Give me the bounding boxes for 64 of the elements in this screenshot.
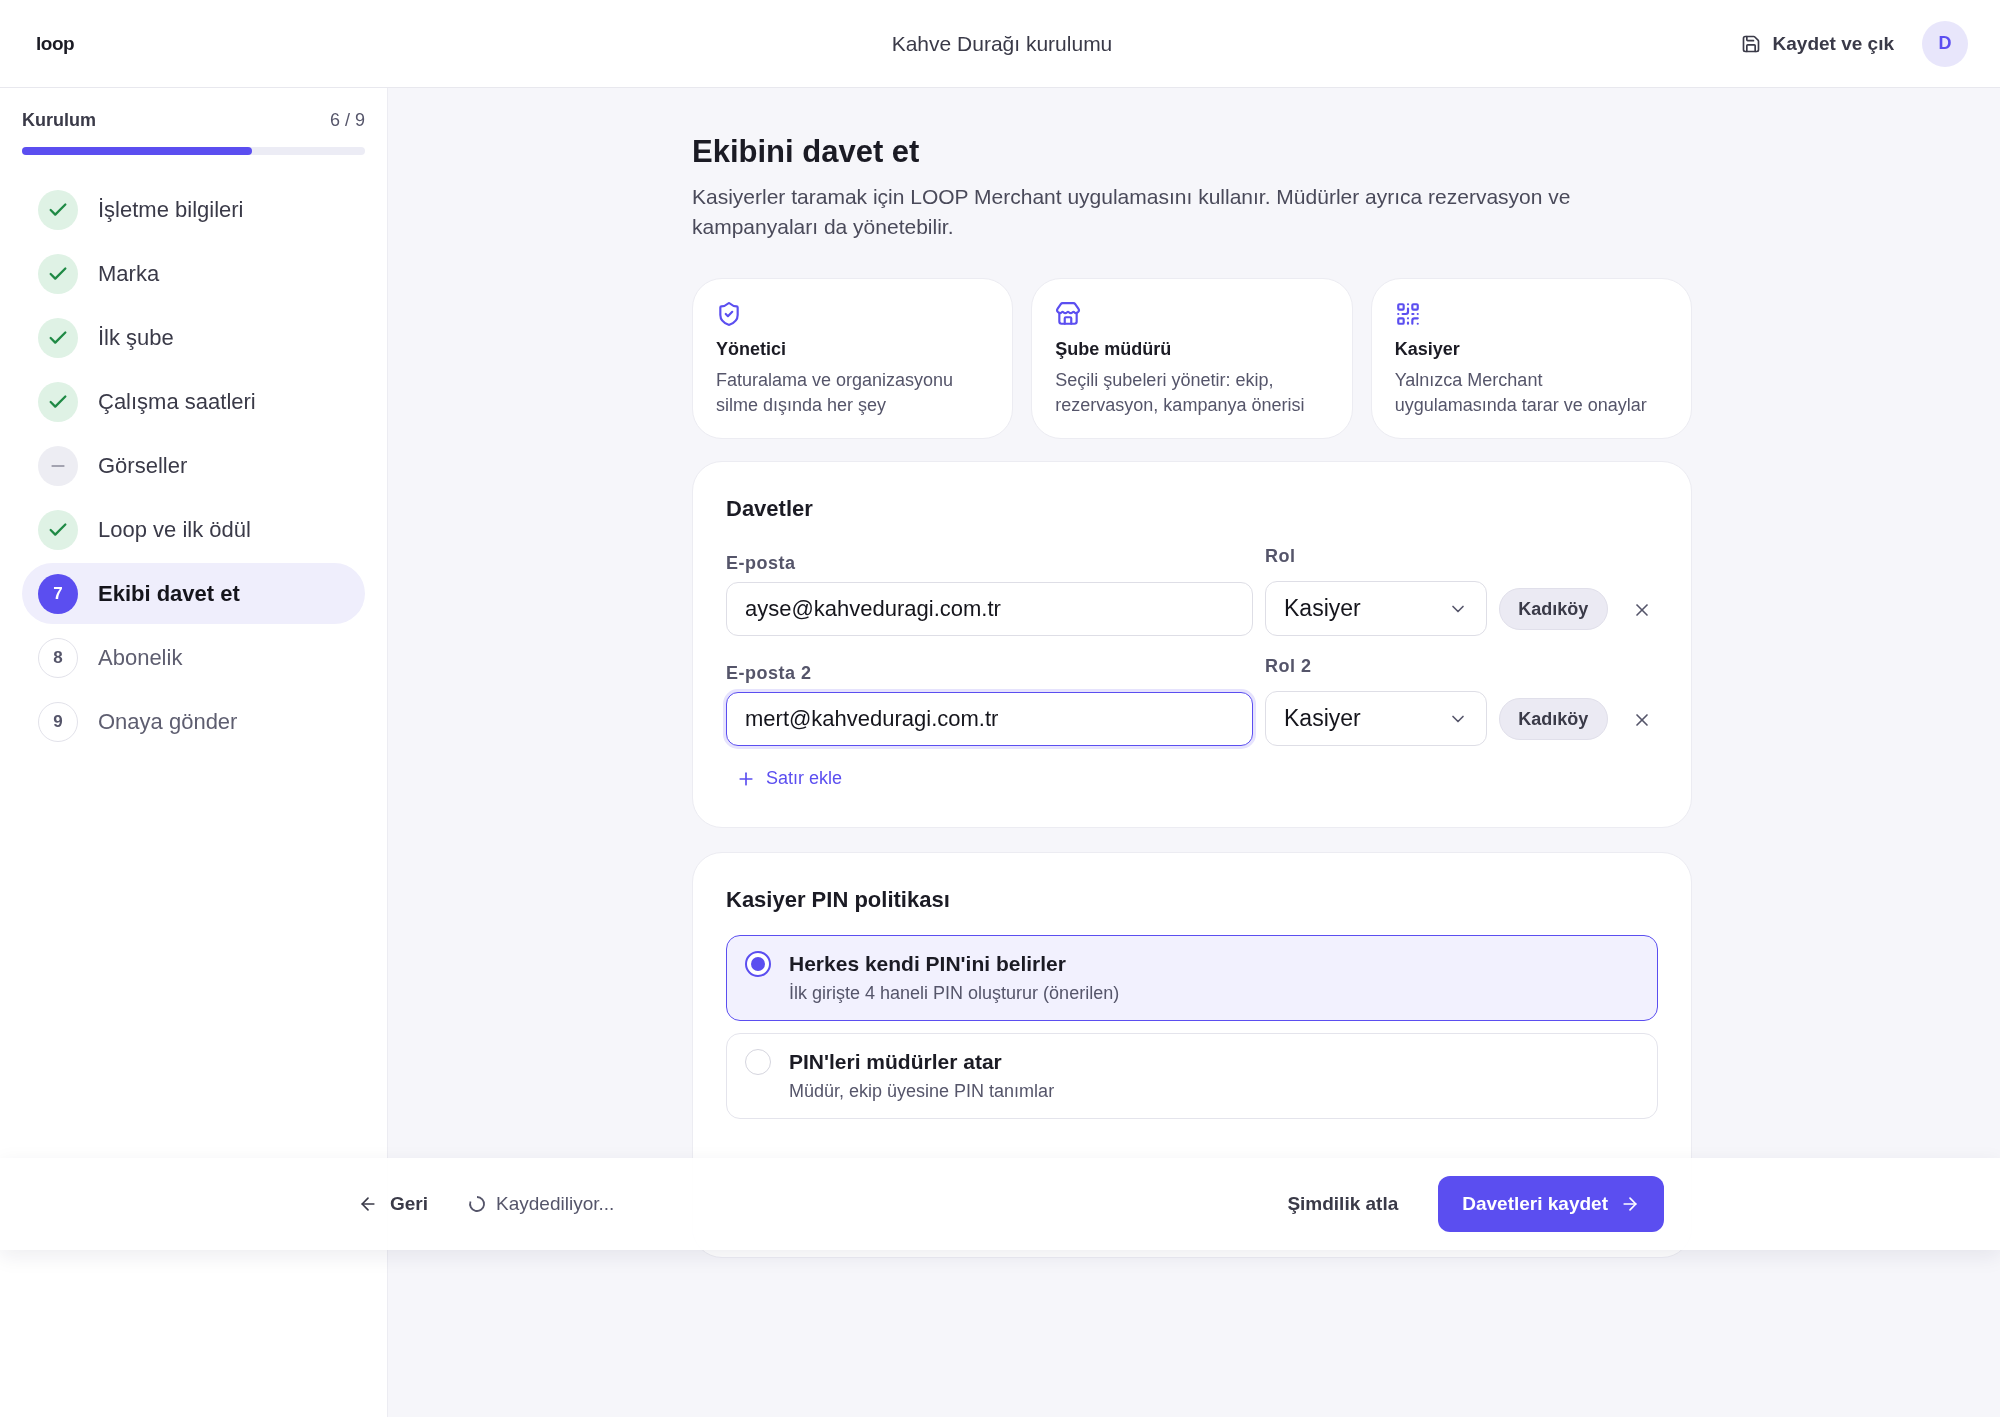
field-label: Rol — [1265, 546, 1297, 567]
logo[interactable]: loop — [36, 32, 892, 55]
step-number: 7 — [38, 573, 78, 614]
option-description: Müdür, ekip üyesine PIN tanımlar — [789, 1081, 1056, 1102]
save-exit-button[interactable]: Kaydet ve çık — [1740, 32, 1894, 55]
step-item[interactable]: Marka — [22, 243, 365, 304]
role-select[interactable]: Kasiyer — [1265, 581, 1487, 636]
step-label: İlk şube — [98, 324, 174, 351]
step-item[interactable]: Çalışma saatleri — [22, 371, 365, 432]
radio-button[interactable] — [745, 951, 771, 977]
email-field[interactable]: mert@kahveduragi.com.tr — [726, 692, 1253, 746]
role-title: Yönetici — [716, 339, 786, 360]
role-select[interactable]: Kasiyer — [1265, 691, 1487, 746]
step-item[interactable]: 7 Ekibi davet et — [22, 563, 365, 624]
step-label: Çalışma saatleri — [98, 388, 256, 415]
step-item[interactable]: İlk şube — [22, 307, 365, 368]
field-label: E-posta — [726, 553, 797, 574]
step-item[interactable]: 9 Onaya gönder — [22, 691, 365, 752]
description: Kasiyerler taramak için LOOP Merchant uygulamasını kullanır. Müdürler ayrıca rezervasyon ve kampanyaları da yönetebilir. — [692, 184, 1572, 240]
role-title: Kasiyer — [1394, 339, 1460, 360]
step-label: Marka — [98, 260, 160, 287]
step-label: Onaya gönder — [98, 708, 238, 735]
store-icon — [1055, 301, 1082, 327]
field-label: Rol 2 — [1265, 656, 1313, 677]
saving-status: Kaydediliyor... — [496, 1193, 615, 1215]
option-title: PIN'leri müdürler atar — [789, 1050, 1003, 1075]
step-count: 6 / 9 — [329, 110, 365, 131]
branch-chip[interactable]: Kadıköy — [1499, 588, 1608, 630]
option-title: Herkes kendi PIN'ini belirler — [789, 952, 1067, 977]
field-label: E-posta 2 — [726, 663, 813, 684]
save-invites-button[interactable]: Davetleri kaydet — [1438, 1176, 1664, 1232]
heading: Ekibini davet et — [692, 134, 921, 170]
branch-chip[interactable]: Kadıköy — [1499, 698, 1608, 740]
step-number: 9 — [38, 701, 78, 742]
option-description: İlk girişte 4 haneli PIN oluşturur (önerilen) — [789, 983, 1121, 1004]
role-description: Yalnızca Merchant uygulamasında tarar ve onaylar — [1394, 369, 1648, 417]
role-description: Seçili şubeleri yönetir: ekip, rezervasyon, kampanya önerisi — [1055, 369, 1306, 417]
step-item[interactable]: Loop ve ilk ödül — [22, 499, 365, 560]
step-item[interactable]: İşletme bilgileri — [22, 179, 365, 240]
section-title: Kasiyer PIN politikası — [726, 887, 951, 913]
role-title: Şube müdürü — [1055, 339, 1172, 360]
section-title: Davetler — [726, 496, 814, 522]
step-number: 8 — [38, 637, 78, 678]
step-label: İşletme bilgileri — [98, 196, 244, 223]
radio-option[interactable]: Herkes kendi PIN'ini belirler İlk girişte 4 haneli PIN oluşturur (önerilen) — [726, 935, 1658, 1021]
shield-icon — [716, 301, 742, 327]
skip-button[interactable]: Şimdilik atla — [1281, 1192, 1405, 1216]
step-label: Abonelik — [98, 644, 183, 671]
step-label: Ekibi davet et — [98, 580, 240, 607]
spinner-icon — [468, 1195, 487, 1213]
save-icon — [1740, 33, 1761, 54]
step-label: Görseller — [98, 452, 188, 479]
radio-option[interactable]: PIN'leri müdürler atar Müdür, ekip üyesine PIN tanımlar — [726, 1033, 1658, 1119]
email-field[interactable]: ayse@kahveduragi.com.tr — [726, 582, 1253, 636]
step-label: Loop ve ilk ödül — [98, 516, 251, 543]
add-row-button[interactable]: Satır ekle — [726, 768, 853, 789]
page-title: Kahve Durağı kurulumu — [891, 31, 1113, 56]
back-button[interactable]: Geri — [358, 1193, 429, 1215]
step-item[interactable]: Görseller — [22, 435, 365, 496]
avatar[interactable]: D — [1922, 20, 1968, 67]
qr-code-icon — [1394, 301, 1421, 327]
role-description: Faturalama ve organizasyonu silme dışında her şey — [716, 369, 955, 417]
step-item[interactable]: 8 Abonelik — [22, 627, 365, 688]
sidebar-title: Kurulum — [22, 110, 96, 131]
